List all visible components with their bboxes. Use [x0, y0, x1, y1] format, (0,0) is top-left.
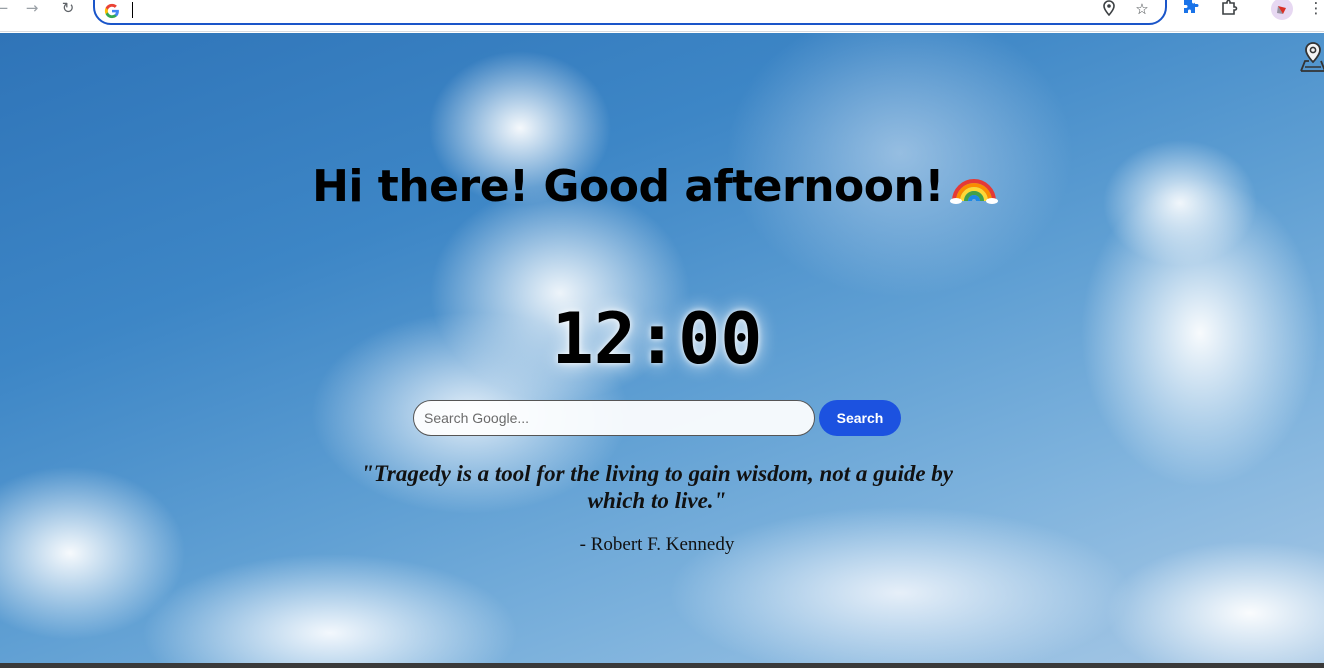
location-pin-icon[interactable] [1100, 0, 1118, 18]
address-bar[interactable]: ☆ [93, 0, 1167, 25]
google-g-icon [104, 3, 119, 19]
rainbow-icon [949, 179, 998, 204]
taskbar-edge [0, 663, 1324, 668]
profile-avatar[interactable] [1271, 0, 1293, 20]
forward-arrow-icon[interactable]: → [20, 0, 44, 18]
extension-icon[interactable] [1180, 0, 1202, 19]
map-pin-icon[interactable] [1299, 41, 1324, 73]
search-input[interactable] [413, 400, 815, 436]
greeting-text: Hi there! Good afternoon! [312, 161, 944, 212]
clock: 12:00 [551, 298, 763, 380]
greeting-heading: Hi there! Good afternoon! [0, 161, 1310, 212]
new-tab-page: Hi there! Good afternoon! 12:00 Search "… [0, 33, 1324, 663]
back-arrow-icon[interactable]: ← [0, 0, 14, 18]
quote-author: - Robert F. Kennedy [579, 534, 735, 555]
puzzle-icon[interactable] [1218, 0, 1240, 19]
text-caret [132, 2, 133, 18]
star-icon[interactable]: ☆ [1133, 0, 1151, 18]
quote-text: "Tragedy is a tool for the living to gai… [360, 461, 954, 513]
reload-icon[interactable]: ↻ [56, 0, 80, 18]
search-button[interactable]: Search [819, 400, 901, 436]
kebab-menu-icon[interactable]: ⋮ [1305, 0, 1324, 19]
browser-toolbar: ← → ↻ ☆ ⋮ [0, 0, 1324, 32]
